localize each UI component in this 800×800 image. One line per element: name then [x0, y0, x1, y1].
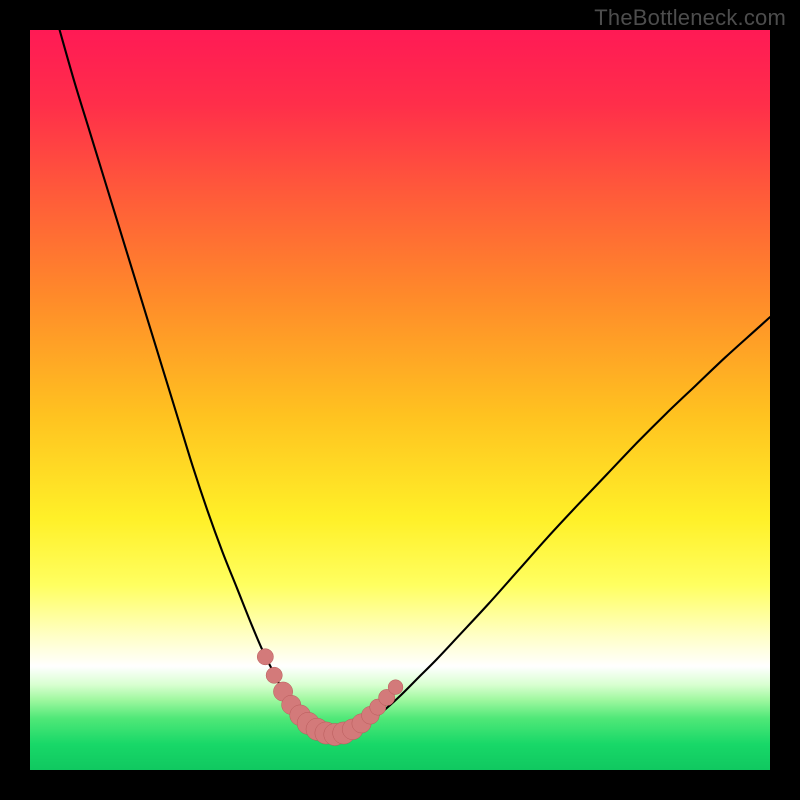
highlight-point	[257, 649, 273, 665]
curve-layer	[30, 30, 770, 770]
chart-frame: TheBottleneck.com	[0, 0, 800, 800]
highlight-point	[388, 680, 403, 695]
highlight-markers	[257, 649, 403, 746]
plot-area	[30, 30, 770, 770]
left-curve	[60, 30, 334, 734]
right-curve	[333, 317, 770, 734]
highlight-point	[266, 667, 282, 683]
watermark-text: TheBottleneck.com	[594, 5, 786, 31]
